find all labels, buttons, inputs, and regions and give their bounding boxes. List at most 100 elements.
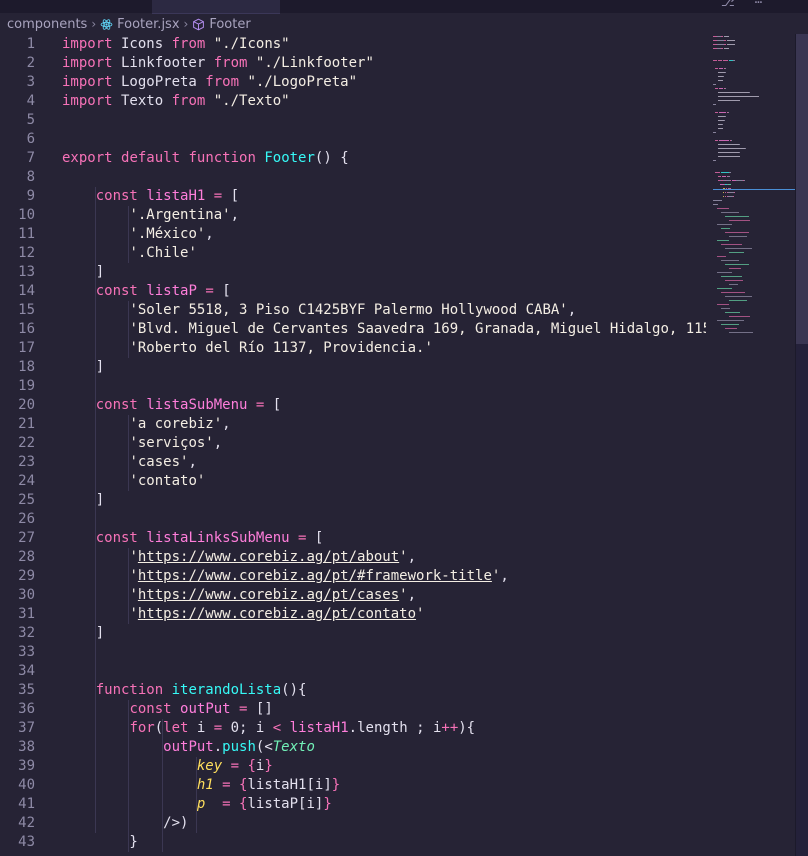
minimap-token — [717, 320, 744, 321]
code-token: , — [567, 302, 577, 318]
code-line[interactable]: 8 — [0, 168, 706, 187]
code-line[interactable]: 31 'https://www.corebiz.ag/pt/contato' — [0, 605, 706, 624]
code-token: "./Texto" — [213, 93, 290, 109]
minimap-token — [723, 192, 724, 193]
minimap-token — [718, 80, 723, 81]
code-line[interactable]: 27 const listaLinksSubMenu = [ — [0, 529, 706, 548]
breadcrumb: components › Footer.jsx › Footer — [0, 14, 808, 34]
code-token: 'serviços' — [129, 435, 214, 451]
code-token: ++ — [441, 720, 459, 736]
minimap-token — [744, 180, 745, 181]
code-line[interactable]: 26 — [0, 510, 706, 529]
tab-footer-jsx[interactable] — [152, 0, 280, 14]
url-link[interactable]: https://www.corebiz.ag/pt/#framework-tit… — [138, 568, 492, 584]
code-line[interactable]: 5 — [0, 111, 706, 130]
minimap-token — [713, 84, 716, 85]
url-link[interactable]: https://www.corebiz.ag/pt/about — [138, 549, 399, 565]
code-text: 'https://www.corebiz.ag/pt/contato' — [62, 605, 424, 624]
code-line[interactable]: 25 ] — [0, 491, 706, 510]
code-token: Texto — [112, 93, 172, 109]
code-line[interactable]: 6 — [0, 130, 706, 149]
code-line[interactable]: 9 const listaH1 = [ — [0, 187, 706, 206]
code-line[interactable]: 43 } — [0, 833, 706, 852]
code-token: (){ — [281, 682, 307, 698]
code-line[interactable]: 16 'Blvd. Miguel de Cervantes Saavedra 1… — [0, 320, 706, 339]
code-line[interactable]: 15 'Soler 5518, 3 Piso C1425BYF Palermo … — [0, 301, 706, 320]
breadcrumb-file[interactable]: Footer.jsx — [100, 17, 180, 32]
code-line[interactable]: 39 key = {i} — [0, 757, 706, 776]
code-token: import — [62, 74, 113, 90]
url-link[interactable]: https://www.corebiz.ag/pt/cases — [138, 587, 399, 603]
code-line[interactable]: 12 '.Chile' — [0, 244, 706, 263]
url-link[interactable]: https://www.corebiz.ag/pt/contato — [138, 606, 416, 622]
code-token: "./Linkfooter" — [255, 55, 374, 71]
minimap-token — [724, 120, 725, 121]
code-line[interactable]: 23 'cases', — [0, 453, 706, 472]
minimap[interactable] — [707, 34, 795, 856]
minimap-token — [715, 88, 718, 89]
code-token: const — [129, 701, 172, 717]
breadcrumb-symbol[interactable]: Footer — [192, 17, 251, 32]
code-line[interactable]: 28 'https://www.corebiz.ag/pt/about', — [0, 548, 706, 567]
code-line[interactable]: 19 — [0, 377, 706, 396]
code-line[interactable]: 3 import LogoPreta from "./LogoPreta" — [0, 73, 706, 92]
code-token: '.México' — [129, 226, 206, 242]
code-line[interactable]: 4 import Texto from "./Texto" — [0, 92, 706, 111]
code-text: outPut.push(<Texto — [62, 738, 315, 757]
code-line[interactable]: 37 for(let i = 0; i < listaH1.length ; i… — [0, 719, 706, 738]
editor-actions[interactable]: ⎇⋯ — [721, 0, 782, 9]
code-line[interactable]: 32 ] — [0, 624, 706, 643]
code-token: ' — [129, 587, 138, 603]
minimap-token — [733, 196, 734, 197]
code-line[interactable]: 38 outPut.push(<Texto — [0, 738, 706, 757]
code-token: function — [95, 682, 164, 698]
code-line[interactable]: 13 ] — [0, 263, 706, 282]
code-line[interactable]: 17 'Roberto del Río 1137, Providencia.' — [0, 339, 706, 358]
code-line[interactable]: 29 'https://www.corebiz.ag/pt/#framework… — [0, 567, 706, 586]
breadcrumb-folder[interactable]: components — [7, 17, 87, 32]
line-number: 33 — [18, 644, 35, 660]
code-text: '.Argentina', — [62, 206, 239, 225]
code-line[interactable]: 40 h1 = {listaH1[i]} — [0, 776, 706, 795]
code-line[interactable]: 7 export default function Footer() { — [0, 149, 706, 168]
code-line[interactable]: 36 const outPut = [] — [0, 700, 706, 719]
code-line[interactable]: 33 — [0, 643, 706, 662]
code-line[interactable]: 24 'contato' — [0, 472, 706, 491]
code-token: 'Blvd. Miguel de Cervantes Saavedra 169,… — [129, 321, 706, 337]
code-token: [ — [213, 283, 231, 299]
code-token: '.Chile' — [129, 245, 197, 261]
code-line[interactable]: 11 '.México', — [0, 225, 706, 244]
minimap-token — [715, 112, 718, 113]
code-line[interactable]: 42 />) — [0, 814, 706, 833]
code-editor[interactable]: 1 import Icons from "./Icons" 2 import Link… — [0, 34, 706, 856]
minimap-token — [713, 60, 717, 61]
minimap-token — [717, 240, 729, 241]
line-number: 36 — [18, 701, 35, 717]
code-text: ] — [62, 358, 104, 377]
code-token: = — [222, 796, 231, 812]
code-line[interactable]: 10 '.Argentina', — [0, 206, 706, 225]
code-token: , — [407, 587, 417, 603]
code-line[interactable]: 18 ] — [0, 358, 706, 377]
code-line[interactable]: 22 'serviços', — [0, 434, 706, 453]
code-token: ' — [129, 568, 138, 584]
code-token: { — [247, 758, 256, 774]
code-line[interactable]: 30 'https://www.corebiz.ag/pt/cases', — [0, 586, 706, 605]
minimap-token — [719, 140, 729, 141]
indent-guide — [196, 757, 197, 833]
code-line[interactable]: 41 p = {listaP[i]} — [0, 795, 706, 814]
code-line[interactable]: 2 import Linkfooter from "./Linkfooter" — [0, 54, 706, 73]
code-line[interactable]: 35 function iterandoLista(){ — [0, 681, 706, 700]
minimap-token — [728, 184, 731, 185]
code-token: = — [213, 720, 223, 736]
scrollbar-thumb[interactable] — [796, 34, 808, 344]
code-line[interactable]: 34 — [0, 662, 706, 681]
code-line[interactable]: 14 const listaP = [ — [0, 282, 706, 301]
code-line[interactable]: 1 import Icons from "./Icons" — [0, 35, 706, 54]
minimap-token — [728, 112, 729, 113]
code-line[interactable]: 20 const listaSubMenu = [ — [0, 396, 706, 415]
code-line[interactable]: 21 'a corebiz', — [0, 415, 706, 434]
